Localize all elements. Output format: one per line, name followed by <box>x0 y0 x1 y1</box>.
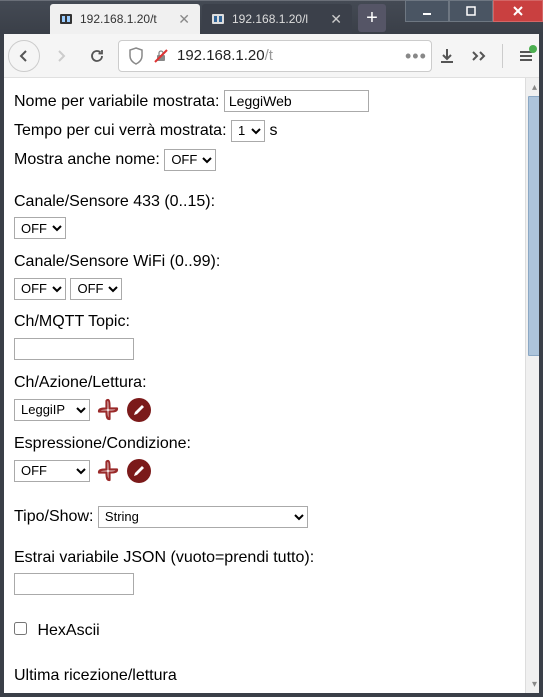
forward-button[interactable] <box>46 41 76 71</box>
menu-button[interactable] <box>517 47 535 65</box>
json-input[interactable] <box>14 573 134 595</box>
row-name: Nome per variabile mostrata: <box>14 88 511 115</box>
add-action-button[interactable] <box>94 396 122 424</box>
new-tab-button[interactable]: + <box>358 4 386 32</box>
page-actions-icon[interactable]: ••• <box>405 53 423 59</box>
name-input[interactable] <box>224 90 369 112</box>
maximize-button[interactable] <box>449 0 493 22</box>
minimize-button[interactable] <box>405 0 449 22</box>
mqtt-input[interactable] <box>14 338 134 360</box>
url-bar: 192.168.1.20/t ••• <box>0 34 543 78</box>
back-button[interactable] <box>8 40 40 72</box>
hexascii-label: HexAscii <box>37 622 99 639</box>
tab-strip: 192.168.1.20/t ✕ 192.168.1.20/l ✕ + <box>0 1 386 34</box>
expr-select[interactable]: OFF <box>14 460 90 482</box>
url-path: /t <box>265 47 273 64</box>
browser-tab-0[interactable]: 192.168.1.20/t ✕ <box>50 4 200 34</box>
window-controls <box>405 1 543 34</box>
time-label: Tempo per cui verrà mostrata: <box>14 122 227 139</box>
name-label: Nome per variabile mostrata: <box>14 93 219 110</box>
tab-label: 192.168.1.20/t <box>80 12 170 26</box>
url-host: 192.168.1.20 <box>177 47 265 64</box>
action-label: Ch/Azione/Lettura: <box>14 369 511 396</box>
tab-favicon-icon <box>58 11 74 27</box>
showname-label: Mostra anche nome: <box>14 151 160 168</box>
window-titlebar: 192.168.1.20/t ✕ 192.168.1.20/l ✕ + <box>0 0 543 34</box>
sensorwifi-select-b[interactable]: OFF <box>70 278 122 300</box>
reload-button[interactable] <box>82 41 112 71</box>
tab-label: 192.168.1.20/l <box>232 12 322 26</box>
lastread-label: Ultima ricezione/lettura <box>14 667 177 684</box>
url-text: 192.168.1.20/t <box>177 47 273 64</box>
close-icon[interactable]: ✕ <box>328 11 344 28</box>
overflow-button[interactable] <box>470 47 488 65</box>
hexascii-checkbox[interactable] <box>14 622 27 635</box>
json-label: Estrai variabile JSON (vuoto=prendi tutt… <box>14 544 511 571</box>
showname-select[interactable]: OFF <box>164 149 216 171</box>
close-icon[interactable]: ✕ <box>176 11 192 28</box>
window-close-button[interactable] <box>493 0 543 22</box>
time-unit: s <box>269 122 277 139</box>
edit-expr-button[interactable] <box>127 459 151 483</box>
sensorwifi-select-a[interactable]: OFF <box>14 278 66 300</box>
sensorwifi-label: Canale/Sensore WiFi (0..99): <box>14 248 511 275</box>
type-label: Tipo/Show: <box>14 508 93 525</box>
shield-icon <box>127 47 145 65</box>
time-select[interactable]: 1 <box>231 120 265 142</box>
downloads-button[interactable] <box>438 47 456 65</box>
add-expr-button[interactable] <box>94 457 122 485</box>
edit-action-button[interactable] <box>127 398 151 422</box>
page-content: Nome per variabile mostrata: Tempo per c… <box>0 78 525 693</box>
address-field[interactable]: 192.168.1.20/t ••• <box>118 40 432 72</box>
action-select[interactable]: LeggiIP <box>14 399 90 421</box>
insecure-icon <box>153 48 169 64</box>
row-time: Tempo per cui verrà mostrata: 1 s <box>14 117 511 144</box>
mqtt-label: Ch/MQTT Topic: <box>14 308 511 335</box>
row-showname: Mostra anche nome: OFF <box>14 146 511 173</box>
sensor433-select[interactable]: OFF <box>14 217 66 239</box>
browser-tab-1[interactable]: 192.168.1.20/l ✕ <box>202 4 352 34</box>
sensor433-label: Canale/Sensore 433 (0..15): <box>14 188 511 215</box>
type-select[interactable]: String <box>98 506 308 528</box>
tab-favicon-icon <box>210 11 226 27</box>
expr-label: Espressione/Condizione: <box>14 430 511 457</box>
